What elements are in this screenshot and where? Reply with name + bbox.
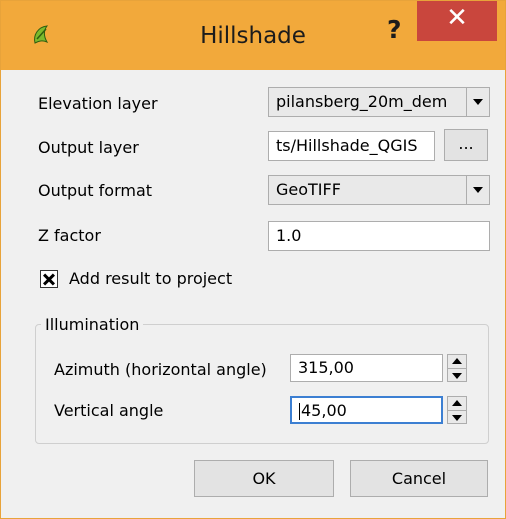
vertical-angle-field[interactable]: 45,00 [290,396,443,424]
output-layer-field[interactable]: ts/Hillshade_QGIS [268,131,435,161]
spin-down-icon[interactable] [448,368,466,382]
add-result-checkbox[interactable] [40,270,58,288]
elevation-layer-label: Elevation layer [38,94,158,113]
elevation-layer-value: pilansberg_20m_dem [276,92,448,111]
output-format-value: GeoTIFF [276,180,341,199]
chevron-down-icon[interactable] [466,176,489,204]
browse-button[interactable]: ... [444,129,488,161]
azimuth-label: Azimuth (horizontal angle) [54,360,267,379]
vertical-angle-value: 45,00 [301,401,347,420]
azimuth-spinner[interactable] [447,354,467,382]
vertical-angle-label: Vertical angle [54,401,164,420]
illumination-group [35,324,489,444]
chevron-down-icon[interactable] [466,88,489,116]
z-factor-label: Z factor [38,226,101,245]
text-caret [299,403,300,420]
add-result-label[interactable]: Add result to project [69,269,232,288]
output-format-combo[interactable]: GeoTIFF [268,175,490,205]
illumination-title: Illumination [41,315,144,334]
cancel-button[interactable]: Cancel [350,460,488,497]
title-bar[interactable]: Hillshade ? ✕ [1,1,505,70]
vertical-angle-spinner[interactable] [447,396,467,424]
close-icon: ✕ [446,3,468,33]
output-format-label: Output format [38,181,153,200]
spin-down-icon[interactable] [448,410,466,424]
azimuth-field[interactable]: 315,00 [290,354,443,382]
elevation-layer-combo[interactable]: pilansberg_20m_dem [268,87,490,117]
close-button[interactable]: ✕ [417,1,497,41]
z-factor-field[interactable]: 1.0 [268,221,490,251]
ok-button[interactable]: OK [194,460,334,497]
output-layer-label: Output layer [38,138,139,157]
help-button[interactable]: ? [387,15,402,44]
hillshade-dialog: Hillshade ? ✕ Elevation layer pilansberg… [0,0,506,519]
spin-up-icon[interactable] [448,397,466,410]
spin-up-icon[interactable] [448,355,466,368]
